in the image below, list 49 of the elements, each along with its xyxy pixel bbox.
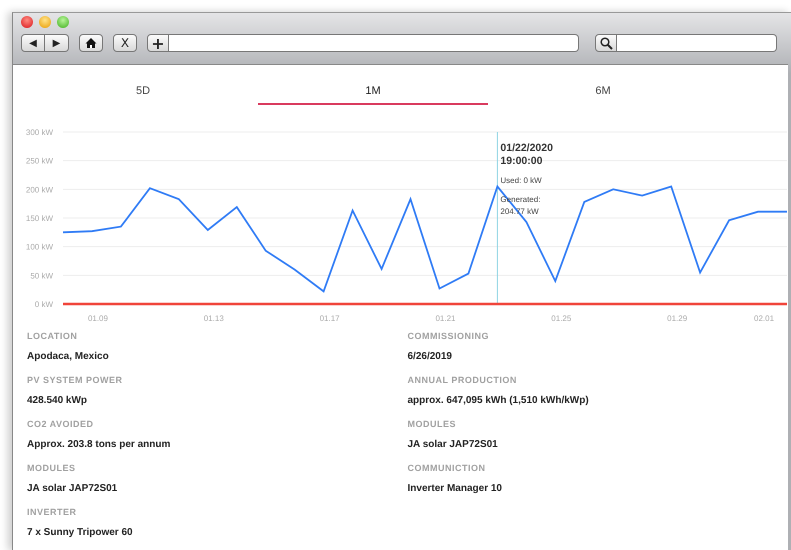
range-tab[interactable]: 1M (258, 79, 488, 105)
detail-label: PV SYSTEM POWER (27, 375, 124, 385)
close-icon[interactable] (21, 16, 33, 28)
axis-label: 0 kW (34, 300, 53, 309)
address-field[interactable] (169, 34, 579, 52)
detail-value: JA solar JAP72S01 (27, 483, 118, 494)
axis-label: 01.25 (551, 314, 572, 323)
home-button[interactable] (79, 34, 103, 52)
axis-label: 150 kW (26, 214, 53, 223)
stop-button[interactable]: X (113, 34, 137, 52)
detail-label: MODULES (408, 419, 457, 429)
axis-label: 300 kW (26, 128, 53, 137)
range-tab[interactable]: 6M (488, 79, 718, 105)
axis-label: 100 kW (26, 242, 53, 252)
detail-value: 6/26/2019 (408, 351, 453, 362)
detail-value: Inverter Manager 10 (408, 483, 503, 494)
detail-value: Apodaca, Mexico (27, 351, 110, 362)
detail-value: 7 x Sunny Tripower 60 (27, 527, 134, 538)
axis-label: 01.21 (435, 314, 456, 323)
search-icon (600, 36, 612, 50)
detail-label: MODULES (27, 463, 76, 473)
detail-label: COMMISSIONING (408, 331, 490, 341)
axis-label: 250 kW (26, 156, 53, 166)
tooltip-text: Used: 0 kW (500, 176, 542, 185)
detail-value: 428.540 kWp (27, 395, 88, 406)
detail-value: Approx. 203.8 tons per annum (27, 439, 172, 450)
detail-label: CO2 AVOIDED (27, 419, 95, 429)
forward-button[interactable]: ▶ (45, 34, 69, 52)
axis-label: 50 kW (30, 271, 53, 280)
detail-label: INVERTER (27, 507, 78, 517)
axis-label: 01.13 (204, 314, 224, 323)
range-tab[interactable]: 5D (28, 79, 258, 105)
detail-value: approx. 647,095 kWh (1,510 kWh/kWp) (408, 395, 590, 406)
search-button[interactable] (595, 34, 617, 52)
axis-label: 01.09 (88, 314, 108, 323)
back-button[interactable]: ◀ (21, 34, 45, 52)
tooltip-date: 01/22/2020 (500, 142, 553, 154)
axis-label: 200 kW (26, 185, 53, 194)
tooltip-time: 19:00:00 (500, 155, 542, 167)
home-icon (85, 37, 97, 49)
detail-value: JA solar JAP72S01 (408, 439, 499, 450)
axis-label: 01.29 (667, 314, 688, 323)
axis-label: 01.17 (320, 314, 340, 323)
search-field[interactable] (617, 34, 777, 52)
detail-label: ANNUAL PRODUCTION (408, 375, 518, 385)
axis-label: 02.01 (754, 314, 774, 323)
detail-label: COMMUNICTION (408, 463, 486, 473)
add-button[interactable]: + (147, 34, 169, 52)
detail-label: LOCATION (27, 331, 78, 341)
